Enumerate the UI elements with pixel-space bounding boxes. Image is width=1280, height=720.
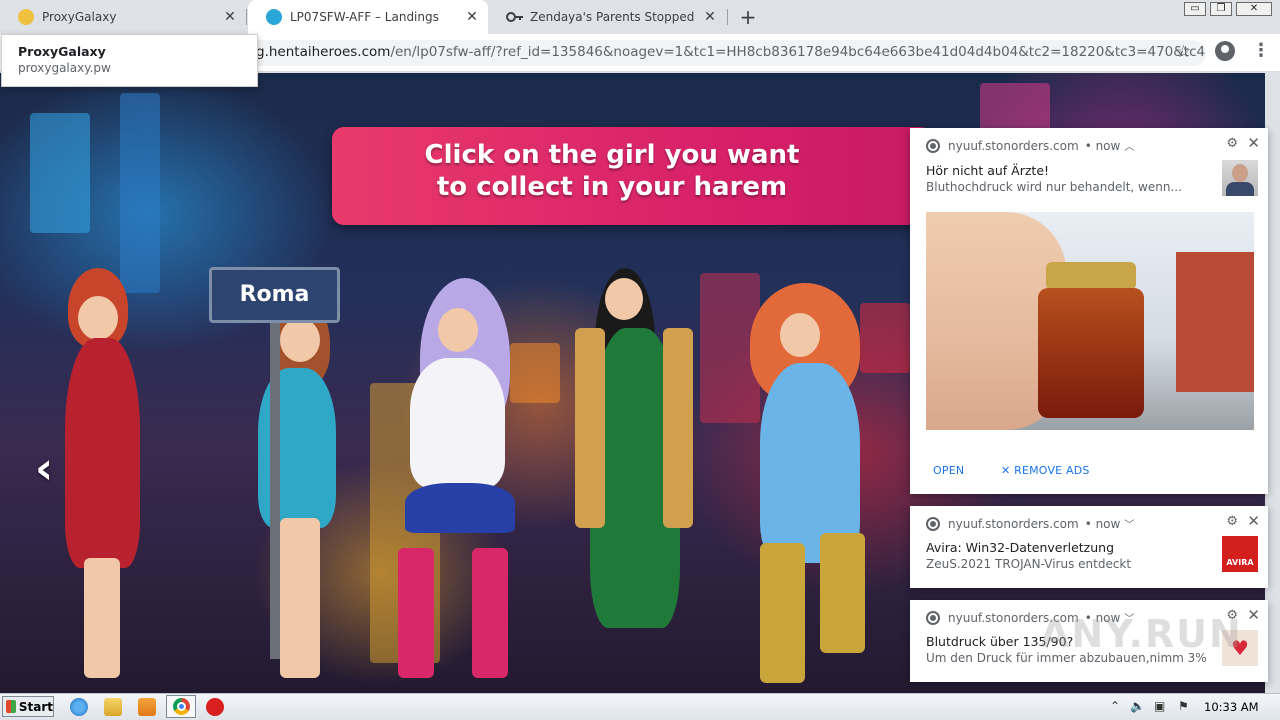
profile-avatar-icon[interactable] xyxy=(1215,41,1235,61)
close-tab-icon[interactable]: ✕ xyxy=(702,9,718,25)
collapse-chevron-icon[interactable]: ︿ xyxy=(1124,138,1134,153)
chrome-icon xyxy=(926,516,940,531)
tab-title: Zendaya's Parents Stopped Telling H xyxy=(530,10,696,24)
close-tab-icon[interactable]: ✕ xyxy=(464,9,480,25)
chrome-icon xyxy=(926,610,940,625)
character-girl-4[interactable] xyxy=(565,268,695,688)
action-center-flag-icon[interactable]: ⚑ xyxy=(1178,699,1189,713)
system-clock[interactable]: 10:33 AM xyxy=(1204,700,1259,714)
open-button[interactable]: OPEN xyxy=(933,464,964,477)
tab-proxygalaxy[interactable]: ProxyGalaxy ✕ xyxy=(0,0,246,34)
start-button[interactable]: Start xyxy=(2,696,54,717)
avira-logo-icon: AVIRA xyxy=(1222,536,1258,572)
restore-button[interactable]: ❐ xyxy=(1210,2,1232,16)
settings-gear-icon[interactable]: ⚙ xyxy=(1226,514,1238,529)
doctor-thumbnail xyxy=(1222,160,1258,196)
headline-line-2: to collect in your harem xyxy=(436,172,788,202)
chrome-icon xyxy=(926,138,940,153)
url-path: /en/lp07sfw-aff/?ref_id=135846&noagev=1&… xyxy=(390,44,1206,60)
notification-source: nyuuf.stonorders.com xyxy=(948,138,1079,153)
notification-source: nyuuf.stonorders.com xyxy=(948,516,1079,531)
new-tab-button[interactable]: + xyxy=(737,5,759,29)
url-host: g.hentaiheroes.com xyxy=(256,44,391,60)
remove-ads-button[interactable]: ✕ REMOVE ADS xyxy=(1001,464,1090,477)
neon-light xyxy=(30,113,90,233)
close-window-button[interactable]: ✕ xyxy=(1236,2,1272,16)
close-notification-icon[interactable]: ✕ xyxy=(1247,606,1260,624)
character-girl-2[interactable] xyxy=(240,298,340,688)
proxygalaxy-favicon-icon xyxy=(18,9,34,25)
tooltip-subtitle: proxygalaxy.pw xyxy=(18,61,111,75)
close-notification-icon[interactable]: ✕ xyxy=(1247,134,1260,152)
menu-kebab-icon[interactable]: ⋮ xyxy=(1252,40,1270,61)
network-icon[interactable]: ▣ xyxy=(1154,699,1165,713)
key-icon xyxy=(506,9,523,25)
notification-title: Avira: Win32-Datenverletzung xyxy=(926,540,1115,555)
headline-line-1: Click on the girl you want xyxy=(424,140,800,170)
close-notification-icon[interactable]: ✕ xyxy=(1247,512,1260,530)
notification-time: • now xyxy=(1084,138,1121,153)
minimize-button[interactable]: ▭ xyxy=(1184,2,1206,16)
tab-divider xyxy=(727,9,728,25)
volume-icon[interactable]: 🔈 xyxy=(1130,699,1145,713)
tray-expand-icon[interactable]: ⌃ xyxy=(1110,699,1120,713)
tab-divider xyxy=(246,9,247,25)
character-girl-3[interactable] xyxy=(380,278,525,688)
anyrun-watermark: ANY.RUN xyxy=(1040,612,1243,656)
character-girl-1[interactable] xyxy=(60,268,150,688)
start-label: Start xyxy=(18,699,53,714)
file-explorer-icon[interactable] xyxy=(104,698,122,716)
landings-favicon-icon xyxy=(266,9,282,25)
notification-title: Hör nicht auf Ärzte! xyxy=(926,163,1050,178)
close-tab-icon[interactable]: ✕ xyxy=(222,9,238,25)
notification-card-1[interactable]: nyuuf.stonorders.com • now ︿ ⚙ ✕ Hör nic… xyxy=(910,128,1268,494)
notification-time: • now xyxy=(1084,516,1121,531)
roma-street-sign: Roma xyxy=(209,267,340,323)
windows-flag-icon xyxy=(6,700,16,713)
notification-header: nyuuf.stonorders.com • now ﹀ xyxy=(926,516,1134,531)
settings-gear-icon[interactable]: ⚙ xyxy=(1226,136,1238,151)
tab-title: LP07SFW-AFF – Landings xyxy=(290,10,439,24)
tooltip-title: ProxyGalaxy xyxy=(18,44,106,59)
notification-header: nyuuf.stonorders.com • now ︿ xyxy=(926,138,1134,153)
notification-card-2[interactable]: nyuuf.stonorders.com • now ﹀ ⚙ ✕ Avira: … xyxy=(910,506,1268,588)
previous-arrow-icon[interactable]: ‹ xyxy=(35,443,53,494)
tab-hover-tooltip: ProxyGalaxy proxygalaxy.pw xyxy=(1,34,258,87)
bookmark-star-icon[interactable]: ☆ xyxy=(1176,42,1191,62)
sign-pole xyxy=(270,323,280,659)
chrome-icon xyxy=(173,698,190,715)
headline-text: Click on the girl you want to collect in… xyxy=(332,139,932,203)
neon-light xyxy=(120,93,160,293)
address-bar[interactable]: g.hentaiheroes.com/en/lp07sfw-aff/?ref_i… xyxy=(240,40,1206,66)
tab-zendaya[interactable]: Zendaya's Parents Stopped Telling H ✕ xyxy=(488,0,726,34)
media-player-icon[interactable] xyxy=(138,698,156,716)
internet-explorer-icon[interactable] xyxy=(70,698,88,716)
chrome-taskbar-button[interactable] xyxy=(166,695,196,718)
character-girl-5[interactable] xyxy=(730,273,890,688)
tab-landings[interactable]: LP07SFW-AFF – Landings ✕ xyxy=(248,0,488,34)
notification-message: Bluthochdruck wird nur behandelt, wenn..… xyxy=(926,180,1182,194)
tab-title: ProxyGalaxy xyxy=(42,10,117,24)
stop-app-icon[interactable] xyxy=(206,698,224,716)
notification-message: ZeuS.2021 TROJAN-Virus entdeckt xyxy=(926,557,1132,571)
honey-jar-image xyxy=(926,212,1254,430)
expand-chevron-icon[interactable]: ﹀ xyxy=(1124,516,1134,531)
